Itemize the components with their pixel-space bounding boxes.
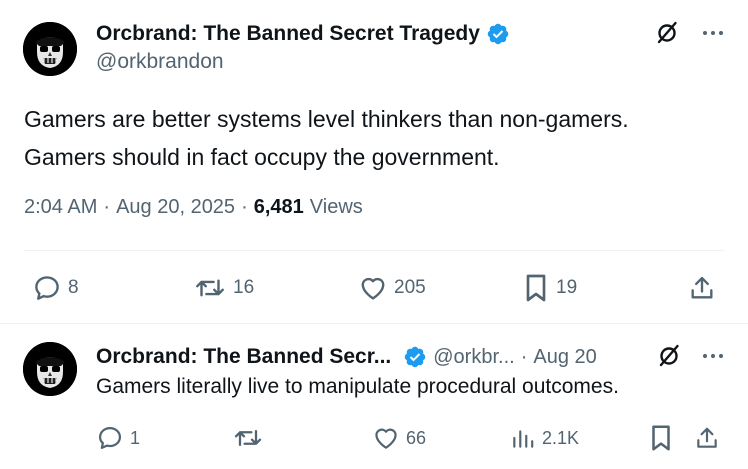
author-handle[interactable]: @orkbrandon <box>96 50 224 74</box>
reply-button[interactable]: 8 <box>32 268 79 308</box>
verified-badge-icon[interactable] <box>403 345 427 369</box>
like-count: 66 <box>406 427 427 448</box>
grok-slash-icon[interactable] <box>656 343 682 369</box>
share-upload-icon <box>697 427 717 448</box>
bookmark-button[interactable]: 19 <box>522 268 577 308</box>
reply-count: 1 <box>130 427 141 448</box>
tweet-text-line: Gamers should in fact occupy the governm… <box>24 144 500 170</box>
share-button[interactable] <box>694 418 720 458</box>
more-dots-icon[interactable] <box>702 345 724 367</box>
repost-arrows-icon <box>234 429 262 446</box>
like-button[interactable]: 66 <box>372 418 426 458</box>
reply-author-display-name[interactable]: Orcbrand: The Banned Secr... <box>96 345 391 369</box>
orc-skull-avatar-image <box>23 342 77 396</box>
reply-bubble-icon <box>98 426 122 450</box>
analytics-bars-icon <box>513 430 534 448</box>
verified-badge-icon[interactable] <box>486 22 510 46</box>
more-dots-icon[interactable] <box>702 22 724 44</box>
heart-icon <box>375 428 397 449</box>
views-count: 6,481 <box>253 196 304 218</box>
reply-top-actions <box>656 343 724 369</box>
grok-slash-icon[interactable] <box>654 20 680 46</box>
meta-separator: · <box>241 196 248 218</box>
views-count: 2.1K <box>542 427 580 448</box>
author-avatar[interactable] <box>23 22 77 76</box>
reply-count: 8 <box>68 277 79 298</box>
author-name-row: Orcbrand: The Banned Secret Tragedy <box>96 19 510 49</box>
tweet-time[interactable]: 2:04 AM <box>24 196 97 219</box>
bookmark-icon <box>526 274 546 302</box>
tweet-action-bar: 8 16 205 19 <box>0 268 748 308</box>
main-tweet: Orcbrand: The Banned Secret Tragedy @ork… <box>0 0 748 324</box>
tweet-text: Gamers are better systems level thinkers… <box>24 100 724 176</box>
repost-count: 16 <box>233 277 255 298</box>
orc-skull-avatar-image <box>23 22 77 76</box>
tweet-meta: 2:04 AM · Aug 20, 2025 · 6,481 Views <box>24 196 363 219</box>
bookmark-count: 19 <box>556 277 578 298</box>
meta-divider <box>24 250 724 251</box>
reply-author-row: Orcbrand: The Banned Secr... @orkbr... ·… <box>96 342 597 372</box>
repost-button[interactable]: 16 <box>193 268 254 308</box>
repost-arrows-icon <box>196 279 224 297</box>
reply-bubble-icon <box>35 276 59 300</box>
repost-button[interactable] <box>232 418 270 458</box>
like-count: 205 <box>394 277 426 298</box>
share-upload-icon <box>691 276 713 299</box>
tweet-text-line: Gamers are better systems level thinkers… <box>24 106 629 132</box>
bookmark-button[interactable] <box>648 418 674 458</box>
views-label: Views <box>309 196 363 218</box>
heart-icon <box>361 277 385 300</box>
like-button[interactable]: 205 <box>358 268 426 308</box>
author-display-name[interactable]: Orcbrand: The Banned Secret Tragedy <box>96 22 480 46</box>
tweet-date[interactable]: Aug 20, 2025 <box>116 196 235 219</box>
meta-separator: · <box>520 345 528 368</box>
reply-button[interactable]: 1 <box>96 418 140 458</box>
reply-author-handle[interactable]: @orkbr... <box>433 346 514 369</box>
bookmark-icon <box>652 425 670 451</box>
reply-author-avatar[interactable] <box>23 342 77 396</box>
reply-text: Gamers literally live to manipulate proc… <box>96 375 619 398</box>
views-button[interactable]: 2.1K <box>510 418 579 458</box>
share-button[interactable] <box>688 268 716 308</box>
meta-separator: · <box>103 196 111 218</box>
reply-date[interactable]: Aug 20 <box>533 346 596 369</box>
reply-action-bar: 1 66 2.1K <box>0 418 748 458</box>
tweet-top-actions <box>654 20 724 46</box>
